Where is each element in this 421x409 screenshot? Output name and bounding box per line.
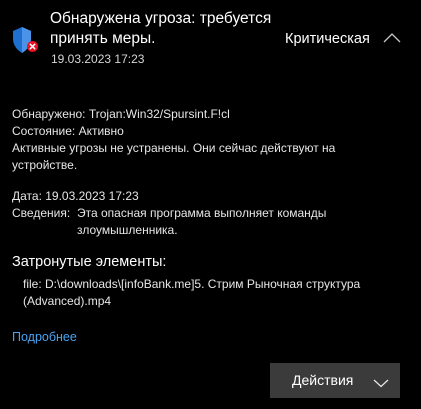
status-label: Состояние: [12, 124, 76, 138]
detected-label: Обнаружено: [12, 107, 86, 121]
affected-items-title: Затронутые элементы: [12, 254, 167, 270]
affected-item: file: D:\downloads\[infoBank.me]5. Стрим… [23, 277, 361, 308]
more-info-link[interactable]: Подробнее [12, 330, 77, 344]
chevron-down-icon [373, 375, 389, 388]
threat-notification-panel: Обнаружена угроза: требуется принять мер… [0, 0, 421, 409]
date-row: Дата: 19.03.2023 17:23 [12, 188, 139, 205]
threat-timestamp: 19.03.2023 17:23 [51, 52, 145, 66]
actions-button[interactable]: Действия [270, 363, 400, 398]
date-value: 19.03.2023 17:23 [45, 189, 139, 203]
info-row: Сведения: [12, 205, 70, 222]
chevron-up-icon[interactable] [380, 28, 404, 48]
date-label: Дата: [12, 189, 42, 203]
threat-header[interactable]: Обнаружена угроза: требуется принять мер… [0, 0, 421, 80]
status-message: Активные угрозы не устранены. Они сейчас… [12, 141, 336, 172]
threat-title: Обнаружена угроза: требуется принять мер… [50, 10, 272, 47]
info-value: Эта опасная программа выполняет команды … [77, 206, 327, 237]
detected-row: Обнаружено: Trojan:Win32/Spursint.F!cl [12, 106, 230, 123]
shield-alert-icon [10, 26, 40, 54]
status-value: Активно [78, 124, 124, 138]
severity-label: Критическая [285, 31, 370, 47]
status-row: Состояние: Активно [12, 123, 124, 140]
actions-button-label: Действия [292, 372, 354, 388]
detected-value: Trojan:Win32/Spursint.F!cl [88, 107, 230, 121]
info-label: Сведения: [12, 206, 71, 220]
